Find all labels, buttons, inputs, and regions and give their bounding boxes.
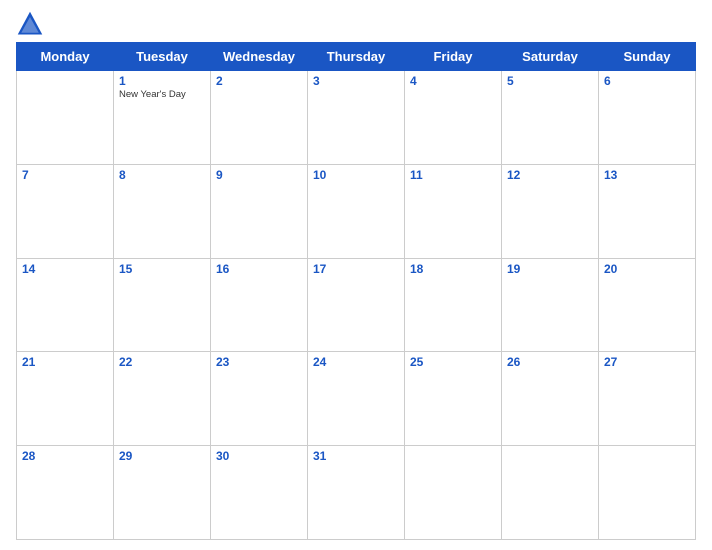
calendar-week-row: 1New Year's Day 23456 xyxy=(17,71,696,165)
day-number: 18 xyxy=(410,262,496,276)
day-number: 8 xyxy=(119,168,205,182)
calendar-week-row: 21 22 23 24 25 26 27 xyxy=(17,352,696,446)
day-number: 15 xyxy=(119,262,205,276)
calendar-header xyxy=(16,10,696,38)
day-number: 24 xyxy=(313,355,399,369)
col-sunday: Sunday xyxy=(599,43,696,71)
calendar-week-row: 789 10 11 12 13 xyxy=(17,164,696,258)
col-tuesday: Tuesday xyxy=(114,43,211,71)
day-number: 28 xyxy=(22,449,108,463)
col-monday: Monday xyxy=(17,43,114,71)
calendar-cell: 20 xyxy=(599,258,696,352)
calendar-cell: 17 xyxy=(308,258,405,352)
col-wednesday: Wednesday xyxy=(211,43,308,71)
logo xyxy=(16,10,48,38)
calendar-cell: 22 xyxy=(114,352,211,446)
calendar-cell: 11 xyxy=(405,164,502,258)
weekday-header-row: Monday Tuesday Wednesday Thursday Friday… xyxy=(17,43,696,71)
day-number: 25 xyxy=(410,355,496,369)
calendar-week-row: 14 15 16 17 18 19 20 xyxy=(17,258,696,352)
calendar-cell: 6 xyxy=(599,71,696,165)
calendar-cell xyxy=(17,71,114,165)
calendar-cell: 10 xyxy=(308,164,405,258)
day-number: 31 xyxy=(313,449,399,463)
calendar-cell: 2 xyxy=(211,71,308,165)
calendar-cell: 4 xyxy=(405,71,502,165)
calendar-cell: 29 xyxy=(114,446,211,540)
calendar-cell: 15 xyxy=(114,258,211,352)
day-number: 14 xyxy=(22,262,108,276)
day-number: 4 xyxy=(410,74,496,88)
calendar-cell: 28 xyxy=(17,446,114,540)
calendar-cell: 7 xyxy=(17,164,114,258)
calendar-cell: 24 xyxy=(308,352,405,446)
calendar-table: Monday Tuesday Wednesday Thursday Friday… xyxy=(16,42,696,540)
day-number: 30 xyxy=(216,449,302,463)
calendar-cell: 18 xyxy=(405,258,502,352)
day-number: 27 xyxy=(604,355,690,369)
calendar-cell: 13 xyxy=(599,164,696,258)
calendar-cell xyxy=(599,446,696,540)
day-number: 5 xyxy=(507,74,593,88)
calendar-cell: 21 xyxy=(17,352,114,446)
calendar-cell: 26 xyxy=(502,352,599,446)
calendar-cell: 19 xyxy=(502,258,599,352)
day-number: 7 xyxy=(22,168,108,182)
calendar-cell: 12 xyxy=(502,164,599,258)
day-number: 22 xyxy=(119,355,205,369)
calendar-cell: 8 xyxy=(114,164,211,258)
calendar-cell: 31 xyxy=(308,446,405,540)
calendar-cell: 9 xyxy=(211,164,308,258)
calendar-cell: 5 xyxy=(502,71,599,165)
col-thursday: Thursday xyxy=(308,43,405,71)
day-number: 11 xyxy=(410,168,496,182)
day-number: 23 xyxy=(216,355,302,369)
day-number: 29 xyxy=(119,449,205,463)
calendar-cell: 27 xyxy=(599,352,696,446)
day-number: 10 xyxy=(313,168,399,182)
day-number: 2 xyxy=(216,74,302,88)
day-number: 9 xyxy=(216,168,302,182)
calendar-cell: 1New Year's Day xyxy=(114,71,211,165)
calendar-cell: 3 xyxy=(308,71,405,165)
day-number: 21 xyxy=(22,355,108,369)
col-friday: Friday xyxy=(405,43,502,71)
calendar-cell: 30 xyxy=(211,446,308,540)
calendar-cell: 14 xyxy=(17,258,114,352)
calendar-cell xyxy=(405,446,502,540)
day-number: 6 xyxy=(604,74,690,88)
day-number: 19 xyxy=(507,262,593,276)
calendar-week-row: 28 29 30 31 xyxy=(17,446,696,540)
day-number: 12 xyxy=(507,168,593,182)
day-number: 3 xyxy=(313,74,399,88)
calendar-cell: 23 xyxy=(211,352,308,446)
calendar-page: Monday Tuesday Wednesday Thursday Friday… xyxy=(0,0,712,550)
day-number: 1 xyxy=(119,74,205,88)
holiday-label: New Year's Day xyxy=(119,89,205,100)
calendar-cell: 16 xyxy=(211,258,308,352)
calendar-cell: 25 xyxy=(405,352,502,446)
day-number: 13 xyxy=(604,168,690,182)
day-number: 16 xyxy=(216,262,302,276)
day-number: 26 xyxy=(507,355,593,369)
col-saturday: Saturday xyxy=(502,43,599,71)
calendar-cell xyxy=(502,446,599,540)
day-number: 17 xyxy=(313,262,399,276)
day-number: 20 xyxy=(604,262,690,276)
logo-icon xyxy=(16,10,44,38)
